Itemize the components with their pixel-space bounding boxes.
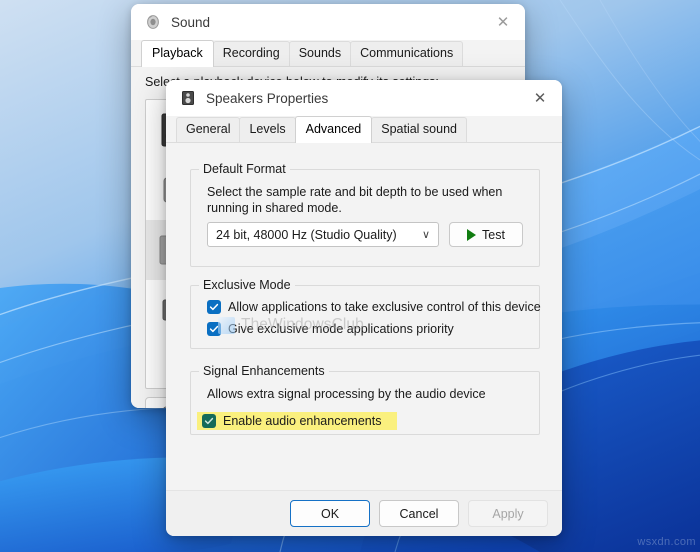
dialog-footer: OK Cancel Apply (166, 490, 562, 536)
enable-audio-enhancements-label: Enable audio enhancements (223, 414, 381, 428)
checkbox-checked-icon[interactable] (202, 414, 216, 428)
sound-titlebar: Sound ✕ (131, 4, 525, 40)
exclusive-priority-checkbox-row[interactable]: Give exclusive mode applications priorit… (207, 322, 454, 336)
speaker-icon (145, 14, 161, 30)
cancel-button[interactable]: Cancel (379, 500, 459, 527)
test-button[interactable]: Test (449, 222, 523, 247)
tab-communications[interactable]: Communications (350, 41, 463, 66)
props-window-title: Speakers Properties (206, 91, 328, 106)
enable-audio-enhancements-checkbox-row[interactable]: Enable audio enhancements (197, 412, 397, 430)
play-icon (467, 229, 476, 241)
checkbox-checked-icon[interactable] (207, 322, 221, 336)
exclusive-control-label: Allow applications to take exclusive con… (228, 300, 541, 314)
exclusive-control-checkbox-row[interactable]: Allow applications to take exclusive con… (207, 300, 541, 314)
close-icon[interactable]: ✕ (481, 4, 525, 40)
exclusive-priority-label: Give exclusive mode applications priorit… (228, 322, 454, 336)
speakers-properties-window[interactable]: Speakers Properties ✕ General Levels Adv… (166, 80, 562, 536)
exclusive-mode-label: Exclusive Mode (199, 278, 295, 292)
default-format-label: Default Format (199, 162, 290, 176)
corner-watermark: wsxdn.com (637, 536, 696, 548)
tab-spatial-sound[interactable]: Spatial sound (371, 117, 467, 142)
signal-enhancements-description: Allows extra signal processing by the au… (207, 386, 486, 402)
tab-advanced[interactable]: Advanced (295, 116, 373, 143)
close-icon[interactable]: ✕ (518, 80, 562, 116)
default-format-description: Select the sample rate and bit depth to … (207, 184, 523, 216)
tab-playback[interactable]: Playback (141, 40, 214, 67)
checkbox-checked-icon[interactable] (207, 300, 221, 314)
test-button-label: Test (482, 228, 505, 242)
props-titlebar: Speakers Properties ✕ (166, 80, 562, 116)
default-format-group: Default Format Select the sample rate an… (190, 169, 540, 267)
signal-enhancements-group: Signal Enhancements Allows extra signal … (190, 371, 540, 435)
signal-enhancements-label: Signal Enhancements (199, 364, 329, 378)
default-format-value: 24 bit, 48000 Hz (Studio Quality) (216, 228, 397, 242)
apply-button[interactable]: Apply (468, 500, 548, 527)
props-tabstrip: General Levels Advanced Spatial sound (166, 116, 562, 143)
tab-levels[interactable]: Levels (239, 117, 295, 142)
chevron-down-icon: ∨ (422, 228, 430, 241)
tab-sounds[interactable]: Sounds (289, 41, 351, 66)
tab-recording[interactable]: Recording (213, 41, 290, 66)
speaker-properties-icon (180, 90, 196, 106)
ok-button[interactable]: OK (290, 500, 370, 527)
sound-window-title: Sound (171, 15, 210, 30)
exclusive-mode-group: Exclusive Mode Allow applications to tak… (190, 285, 540, 349)
default-format-select[interactable]: 24 bit, 48000 Hz (Studio Quality) ∨ (207, 222, 439, 247)
advanced-tab-panel: Default Format Select the sample rate an… (166, 143, 562, 523)
sound-tabstrip: Playback Recording Sounds Communications (131, 40, 525, 67)
tab-general[interactable]: General (176, 117, 240, 142)
